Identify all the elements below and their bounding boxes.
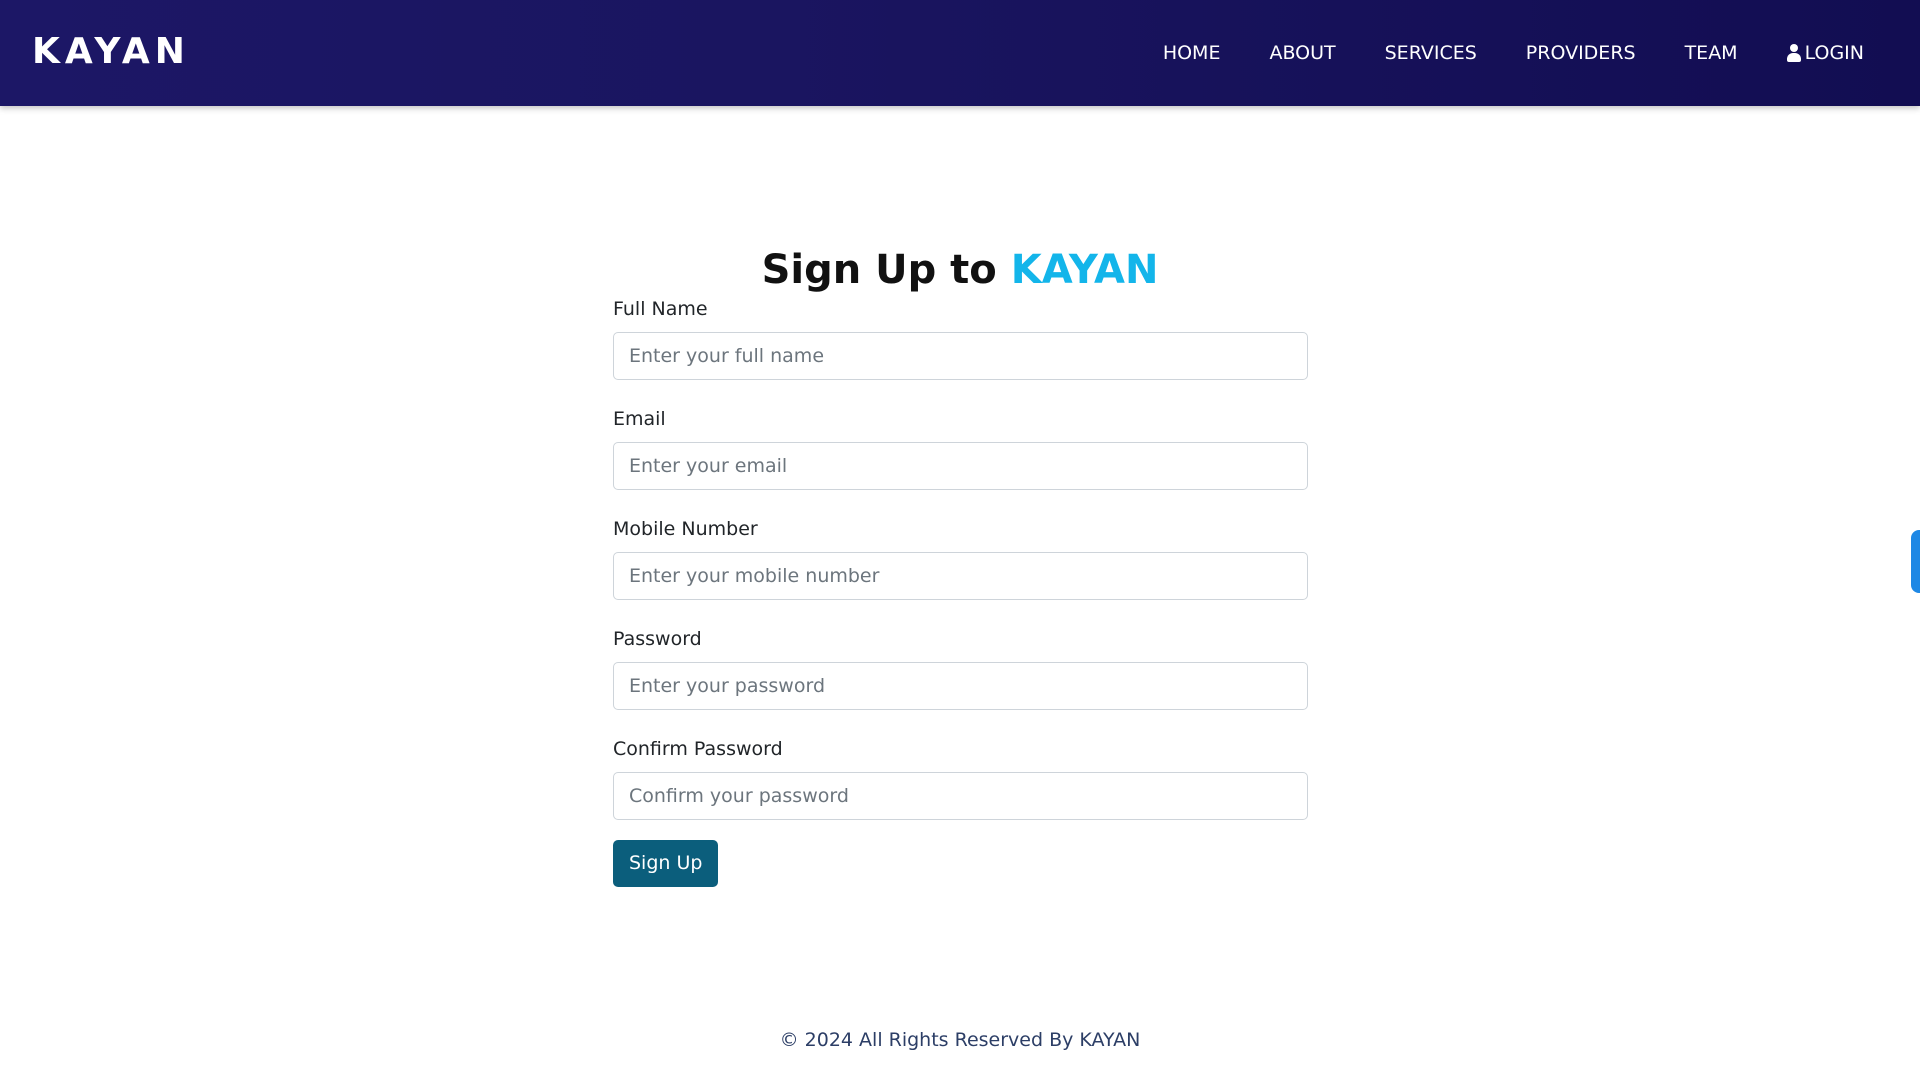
top-navbar: KAYAN HOME ABOUT SERVICES PROVIDERS TEAM… <box>0 0 1920 106</box>
nav-providers-link[interactable]: PROVIDERS <box>1526 42 1636 64</box>
email-label: Email <box>613 408 666 430</box>
nav-home-link[interactable]: HOME <box>1163 42 1221 64</box>
page-title-prefix: Sign Up to <box>761 246 997 293</box>
user-icon <box>1786 44 1801 62</box>
sign-up-button[interactable]: Sign Up <box>613 840 719 887</box>
full-name-input[interactable] <box>613 332 1308 380</box>
signup-form: Full Name Email Mobile Number Password C… <box>613 296 1308 887</box>
footer-copyright: © 2024 All Rights Reserved By KAYAN <box>779 1029 1141 1051</box>
password-label: Password <box>613 628 702 650</box>
full-name-label: Full Name <box>613 298 708 320</box>
brand-logo[interactable]: KAYAN <box>32 29 190 75</box>
page-title: Sign Up to KAYAN <box>0 243 1920 297</box>
nav-about-link[interactable]: ABOUT <box>1269 42 1335 64</box>
nav-links: HOME ABOUT SERVICES PROVIDERS TEAM LOGIN <box>1114 0 1864 106</box>
full-name-field: Full Name <box>613 296 1308 380</box>
confirm-password-field: Confirm Password <box>613 736 1308 820</box>
side-feedback-tab[interactable] <box>1911 530 1920 593</box>
nav-services-link[interactable]: SERVICES <box>1385 42 1477 64</box>
password-input[interactable] <box>613 662 1308 710</box>
mobile-input[interactable] <box>613 552 1308 600</box>
nav-login-label: LOGIN <box>1804 42 1864 64</box>
nav-team-link[interactable]: TEAM <box>1685 42 1738 64</box>
nav-login-link[interactable]: LOGIN <box>1786 42 1864 64</box>
confirm-password-label: Confirm Password <box>613 738 783 760</box>
mobile-field: Mobile Number <box>613 516 1308 600</box>
password-field: Password <box>613 626 1308 710</box>
page-title-accent: KAYAN <box>1010 246 1159 293</box>
email-field: Email <box>613 406 1308 490</box>
confirm-password-input[interactable] <box>613 772 1308 820</box>
email-input[interactable] <box>613 442 1308 490</box>
mobile-label: Mobile Number <box>613 518 758 540</box>
